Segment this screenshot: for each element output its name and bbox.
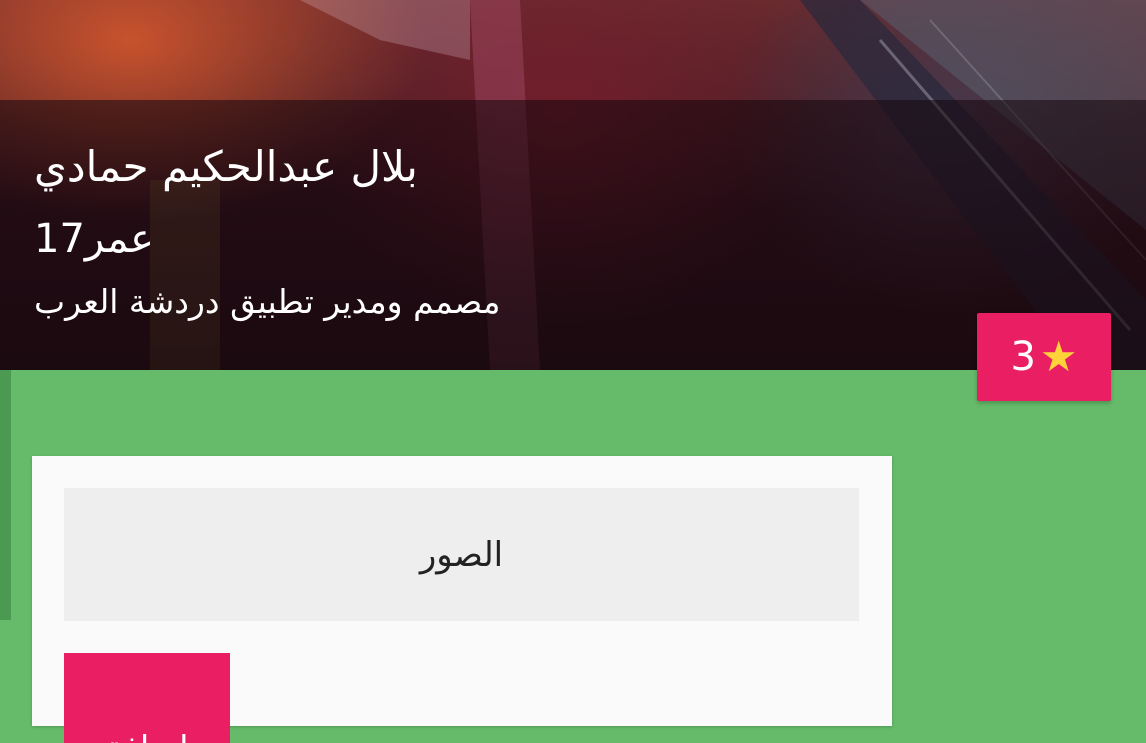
add-photo-label: إضافة	[105, 729, 188, 743]
cover-overlay	[0, 100, 1146, 370]
profile-bio: مصمم ومدير تطبيق دردشة العرب	[34, 282, 501, 321]
add-photo-button[interactable]: إضافة	[64, 653, 230, 743]
stars-badge[interactable]: 3 ★	[977, 313, 1111, 401]
photos-title: الصور	[64, 488, 859, 621]
photos-card: الصور إضافة	[32, 456, 892, 743]
stars-count: 3	[1010, 334, 1036, 380]
profile-name: بلال عبدالحكيم حمادي	[34, 142, 418, 191]
star-icon: ★	[1039, 332, 1078, 381]
side-strip	[0, 370, 11, 620]
profile-cover: بلال عبدالحكيم حمادي 17عمر مصمم ومدير تط…	[0, 0, 1146, 370]
profile-age: 17عمر	[34, 216, 154, 262]
